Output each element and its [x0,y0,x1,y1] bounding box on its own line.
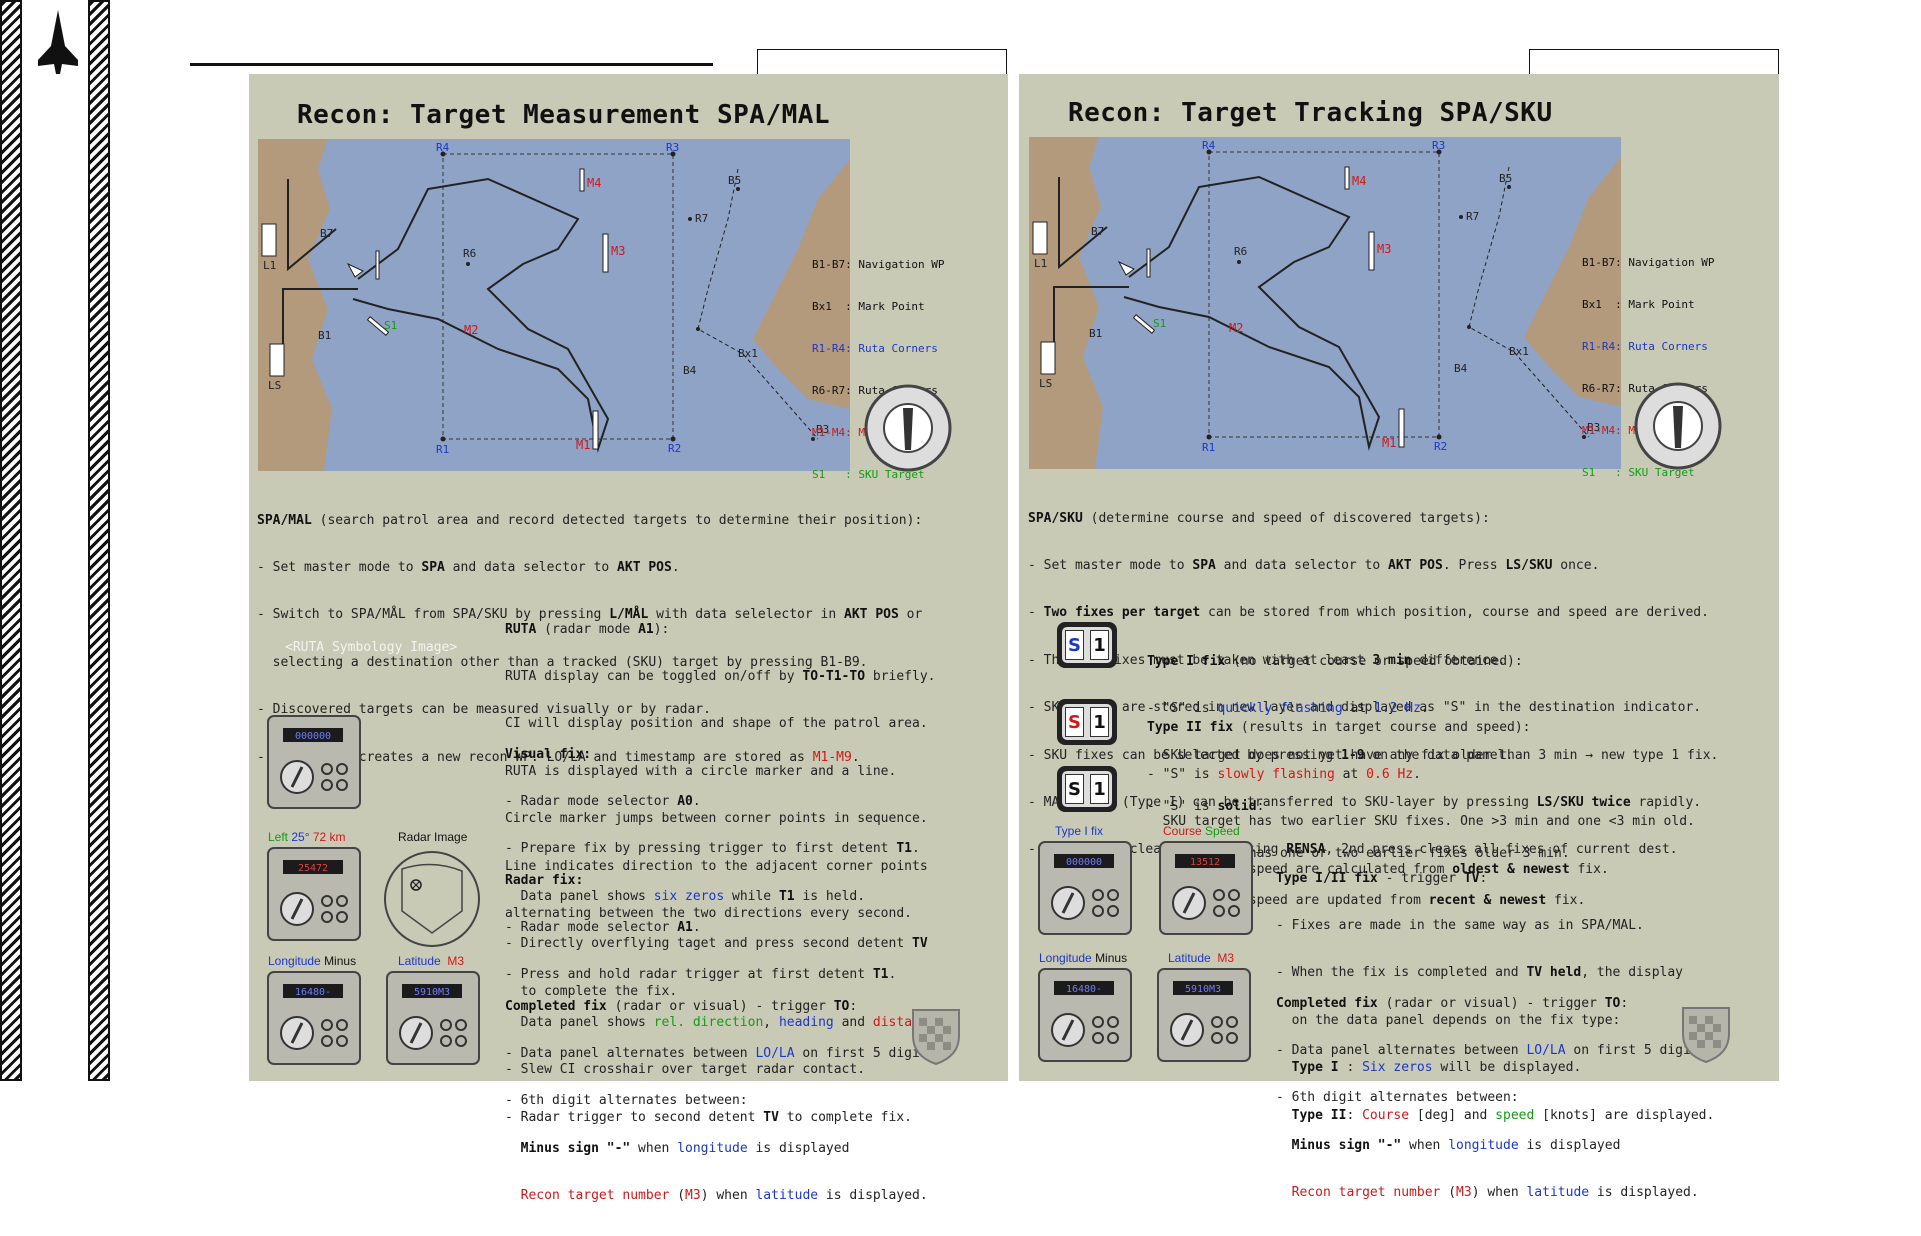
map-label-m3: M3 [1377,242,1391,256]
patrol-map-left: R4 R3 R1 R2 R6 R7 B5 B4 B3 B7 B1 Bx1 L1 … [258,139,850,471]
completed-fix-section-left: Completed fix (radar or visual) - trigge… [505,998,944,1204]
map-label-m3: M3 [611,244,625,258]
map-label-b5: B5 [1499,172,1512,185]
svg-text:000000: 000000 [295,731,331,742]
left-panel: Recon: Target Measurement SPA/MAL R4 R3 … [249,74,1008,1203]
data-panel-zeros: 000000 [267,715,361,809]
map-label-r1: R1 [1202,441,1215,454]
map-label-m2: M2 [1229,321,1243,335]
caption-radar-image: Radar Image [398,830,468,844]
caption-course-speed: Course Speed [1163,824,1240,838]
map-label-bx1: Bx1 [738,347,758,360]
map-label-b5: B5 [728,174,741,187]
legend-row: B1-B7: Navigation WP [1582,256,1715,269]
svg-text:5910M3: 5910M3 [1185,984,1221,995]
completed-fix-section-right: Completed fix (radar or visual) - trigge… [1276,995,1715,1201]
destination-indicator-solid: S1 [1057,766,1117,812]
map-label-b1: B1 [318,329,331,342]
map-label-r3: R3 [666,141,679,154]
caption-type1-fix: Type I fix [1055,824,1104,838]
crest-logo-right [1682,1007,1730,1064]
map-label-r4: R4 [436,141,450,154]
map-label-r1: R1 [436,443,449,456]
map-label-m4: M4 [587,176,601,190]
legend-row: R1-R4: Ruta Corners [1582,340,1708,353]
map-label-ls: LS [1039,377,1052,390]
map-label-r2: R2 [1434,440,1447,453]
map-label-b7: B7 [1091,225,1104,238]
legend-row: Bx1 : Mark Point [812,300,925,313]
mode-selector-dial-left [864,384,952,472]
svg-text:16480-: 16480- [1066,984,1102,995]
caption-latitude-right: Latitude M3 [1168,951,1235,965]
data-panel-radar: 25472 [267,847,361,941]
map-label-b7: B7 [320,227,333,240]
map-label-r7: R7 [1466,210,1479,223]
data-panel-latitude-right: 5910M3 [1157,968,1251,1062]
map-label-r6: R6 [1234,245,1247,258]
map-label-l1: L1 [263,259,276,272]
page-title-left: Recon: Target Measurement SPA/MAL [297,100,831,130]
svg-text:5910M3: 5910M3 [414,987,450,998]
map-label-r3: R3 [1432,139,1445,152]
svg-text:13512: 13512 [1190,857,1220,868]
svg-text:25472: 25472 [298,863,328,874]
caption-longitude-right: Longitude Minus [1039,951,1128,965]
right-panel: Recon: Target Tracking SPA/SKU R4 R3 R1 … [1019,74,1779,1200]
map-label-s1: S1 [384,319,397,332]
map-label-r2: R2 [668,442,681,455]
data-panel-course-speed: 13512 [1159,841,1253,935]
map-label-r7: R7 [695,212,708,225]
svg-text:16480-: 16480- [295,987,331,998]
legend-row: R1-R4: Ruta Corners [812,342,938,355]
caption-longitude-left: Longitude Minus [268,954,357,968]
mode-selector-dial-right [1634,382,1722,470]
data-panel-longitude-right: 16480- [1038,968,1132,1062]
map-label-r4: R4 [1202,139,1216,152]
legend-row: B1-B7: Navigation WP [812,258,945,271]
svg-text:000000: 000000 [1066,857,1102,868]
destination-indicator-type1: S1 [1057,622,1117,668]
map-label-bx1: Bx1 [1509,345,1529,358]
map-label-m1: M1 [576,438,590,452]
title-underline [190,63,713,66]
map-label-m2: M2 [464,323,478,337]
map-label-l1: L1 [1034,257,1047,270]
data-panel-type1: 000000 [1038,841,1132,935]
page-title-right: Recon: Target Tracking SPA/SKU [1068,98,1553,128]
caption-latitude-left: Latitude M3 [398,954,465,968]
left-hatched-border [0,0,22,1081]
data-panel-longitude: 16480- [267,971,361,1065]
map-label-r6: R6 [463,247,476,260]
caption-left-dir: Left 25° 72 km [268,830,346,844]
map-label-s1: S1 [1153,317,1166,330]
ruta-image-placeholder: <RUTA Symbology Image> [285,640,458,655]
map-label-b4: B4 [1454,362,1468,375]
map-label-ls: LS [268,379,281,392]
map-label-b1: B1 [1089,327,1102,340]
radar-image-scope [384,851,480,947]
patrol-map-right: R4 R3 R1 R2 R6 R7 B5 B4 B3 B7 B1 Bx1 L1 … [1029,137,1621,469]
data-panel-latitude: 5910M3 [386,971,480,1065]
destination-indicator-type2: S1 [1057,699,1117,745]
map-label-m1: M1 [1382,436,1396,450]
map-label-b4: B4 [683,364,697,377]
legend-row: Bx1 : Mark Point [1582,298,1695,311]
map-label-m4: M4 [1352,174,1366,188]
right-hatched-border [88,0,110,1081]
crest-logo-left [912,1009,960,1066]
jet-icon [38,10,78,74]
